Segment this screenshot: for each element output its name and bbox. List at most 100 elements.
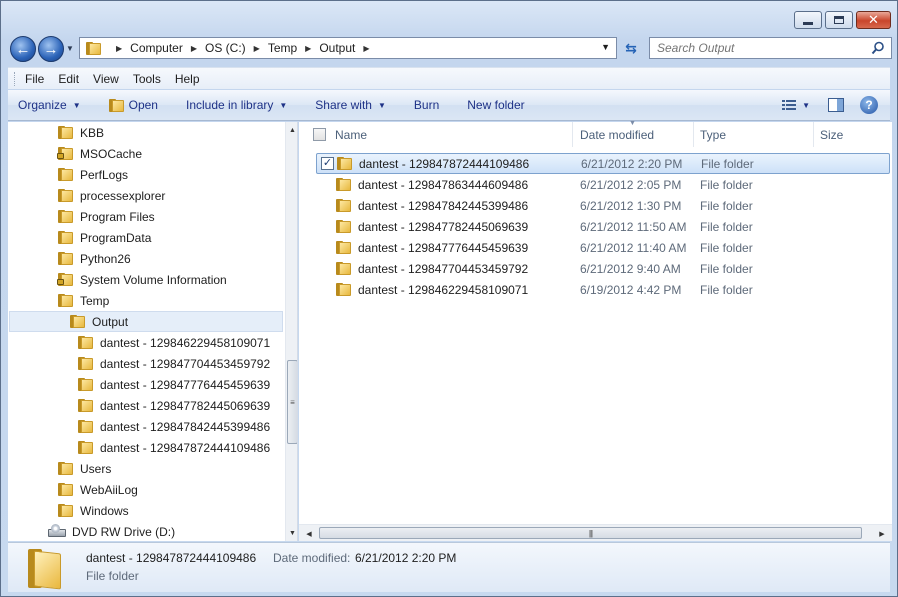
file-type: File folder xyxy=(700,282,753,297)
column-size[interactable]: Size xyxy=(814,122,892,147)
file-name: dantest - 129847704453459792 xyxy=(358,261,529,276)
file-row[interactable]: dantest - 129847782445069639 6/21/2012 11… xyxy=(316,216,890,237)
share-with-button[interactable]: Share with ▼ xyxy=(315,98,386,112)
menu-edit[interactable]: Edit xyxy=(58,72,79,86)
tree-item[interactable]: KBB xyxy=(8,122,104,143)
tree-item-label: MSOCache xyxy=(80,146,143,161)
tree-item[interactable]: dantest - 129847776445459639 xyxy=(8,374,270,395)
dropdown-arrow-icon: ▼ xyxy=(377,100,386,110)
scroll-right-icon[interactable]: ▶ xyxy=(874,525,890,542)
include-in-library-button[interactable]: Include in library ▼ xyxy=(186,98,287,112)
nav-vertical-scrollbar[interactable]: ▲ ≡ ▼ xyxy=(285,122,297,541)
file-list-horizontal-scrollbar[interactable]: ◀ ||| ▶ xyxy=(299,524,892,541)
file-row[interactable]: dantest - 129847863444609486 6/21/2012 2:… xyxy=(316,174,890,195)
tree-item[interactable]: dantest - 129847842445399486 xyxy=(8,416,270,437)
tree-item[interactable]: Python26 xyxy=(8,248,131,269)
tree-item[interactable]: System Volume Information xyxy=(8,269,227,290)
menu-bar: File Edit View Tools Help xyxy=(8,67,890,89)
tree-item[interactable]: dantest - 129847704453459792 xyxy=(8,353,270,374)
tree-item[interactable]: Output xyxy=(9,311,283,332)
refresh-button[interactable]: ⇆ xyxy=(619,37,643,59)
menu-view[interactable]: View xyxy=(93,72,119,86)
menu-file[interactable]: File xyxy=(25,72,44,86)
chevron-right-icon[interactable]: ▶ xyxy=(254,44,260,53)
file-type: File folder xyxy=(701,156,754,171)
tree-item-label: Temp xyxy=(80,293,110,308)
search-box[interactable] xyxy=(649,37,892,59)
folder-icon xyxy=(58,126,74,139)
tree-item[interactable]: dantest - 129847872444109486 xyxy=(8,437,270,458)
tree-item[interactable]: DVD RW Drive (D:) xyxy=(8,521,175,541)
tree-item[interactable]: Temp xyxy=(8,290,109,311)
file-row[interactable]: dantest - 129847842445399486 6/21/2012 1:… xyxy=(316,195,890,216)
breadcrumb-output[interactable]: Output ▶ xyxy=(319,41,377,55)
chevron-right-icon[interactable]: ▶ xyxy=(191,44,197,53)
search-icon[interactable] xyxy=(871,41,885,55)
tree-item-label: WebAiiLog xyxy=(80,482,138,497)
tree-item-label: dantest - 129847704453459792 xyxy=(100,356,271,371)
file-row[interactable]: dantest - 129847776445459639 6/21/2012 11… xyxy=(316,237,890,258)
preview-pane-icon[interactable] xyxy=(828,98,844,112)
file-date-modified: 6/21/2012 11:40 AM xyxy=(580,240,687,255)
tree-item-label: Program Files xyxy=(80,209,155,224)
file-row[interactable]: dantest - 129846229458109071 6/19/2012 4:… xyxy=(316,279,890,300)
scroll-down-icon[interactable]: ▼ xyxy=(286,525,297,541)
breadcrumb-temp[interactable]: Temp ▶ xyxy=(268,41,320,55)
search-input[interactable] xyxy=(657,41,857,55)
scroll-thumb[interactable]: ≡ xyxy=(287,360,297,444)
burn-button[interactable]: Burn xyxy=(414,98,439,112)
maximize-button[interactable] xyxy=(825,11,853,29)
close-button[interactable]: ✕ xyxy=(856,11,891,29)
tree-item-label: dantest - 129847782445069639 xyxy=(100,398,271,413)
title-bar: ✕ xyxy=(1,1,897,35)
column-headers: Name Date modified ▼ Type Size xyxy=(299,120,892,147)
file-type: File folder xyxy=(700,219,753,234)
view-dropdown-icon[interactable]: ▼ xyxy=(802,101,810,110)
folder-icon xyxy=(336,241,352,254)
chevron-right-icon[interactable]: ▶ xyxy=(305,44,311,53)
chevron-right-icon[interactable]: ▶ xyxy=(116,44,122,53)
command-bar: Organize ▼ Open Include in library ▼ Share… xyxy=(8,90,890,121)
details-pane: dantest - 129847872444109486 Date modifi… xyxy=(8,542,890,592)
scroll-thumb[interactable]: ||| xyxy=(319,527,862,539)
scroll-left-icon[interactable]: ◀ xyxy=(301,525,317,542)
back-button[interactable]: ← xyxy=(10,36,36,62)
breadcrumb-computer[interactable]: Computer ▶ xyxy=(130,41,205,55)
row-checkbox[interactable]: ✓ xyxy=(321,157,334,170)
tree-item[interactable]: Program Files xyxy=(8,206,155,227)
file-row[interactable]: ✓ dantest - 129847872444109486 6/21/2012 2… xyxy=(316,153,890,174)
tree-item[interactable]: processexplorer xyxy=(8,185,165,206)
column-type[interactable]: Type xyxy=(694,122,814,147)
tree-item[interactable]: ProgramData xyxy=(8,227,151,248)
scroll-up-icon[interactable]: ▲ xyxy=(286,122,297,138)
tree-item[interactable]: MSOCache xyxy=(8,143,142,164)
address-dropdown-icon[interactable]: ▼ xyxy=(601,42,610,52)
breadcrumb-os-c[interactable]: OS (C:) ▶ xyxy=(205,41,268,55)
file-row[interactable]: dantest - 129847704453459792 6/21/2012 9:… xyxy=(316,258,890,279)
tree-item[interactable]: PerfLogs xyxy=(8,164,128,185)
tree-item-label: dantest - 129847842445399486 xyxy=(100,419,271,434)
address-bar[interactable]: ▶ Computer ▶ OS (C:) ▶ Temp ▶ Output ▶ ▼ xyxy=(79,37,617,59)
recent-pages-dropdown[interactable]: ▼ xyxy=(66,44,74,53)
tree-item-label: Users xyxy=(80,461,112,476)
tree-item[interactable]: dantest - 129846229458109071 xyxy=(8,332,270,353)
menu-tools[interactable]: Tools xyxy=(133,72,161,86)
tree-item[interactable]: Windows xyxy=(8,500,129,521)
column-name[interactable]: Name xyxy=(329,122,573,147)
forward-button[interactable]: → xyxy=(38,36,64,62)
tree-item[interactable]: WebAiiLog xyxy=(8,479,138,500)
help-icon[interactable]: ? xyxy=(860,96,878,114)
select-all-checkbox[interactable] xyxy=(313,128,326,141)
tree-item[interactable]: dantest - 129847782445069639 xyxy=(8,395,270,416)
new-folder-button[interactable]: New folder xyxy=(467,98,524,112)
chevron-right-icon[interactable]: ▶ xyxy=(363,44,369,53)
tree-item-label: dantest - 129846229458109071 xyxy=(100,335,271,350)
menu-help[interactable]: Help xyxy=(175,72,200,86)
minimize-button[interactable] xyxy=(794,11,822,29)
tree-item[interactable]: Users xyxy=(8,458,111,479)
open-button[interactable]: Open xyxy=(108,98,158,112)
view-details-icon[interactable] xyxy=(782,99,797,111)
folder-icon xyxy=(70,315,86,328)
folder-icon xyxy=(58,210,74,223)
organize-button[interactable]: Organize ▼ xyxy=(18,98,81,112)
